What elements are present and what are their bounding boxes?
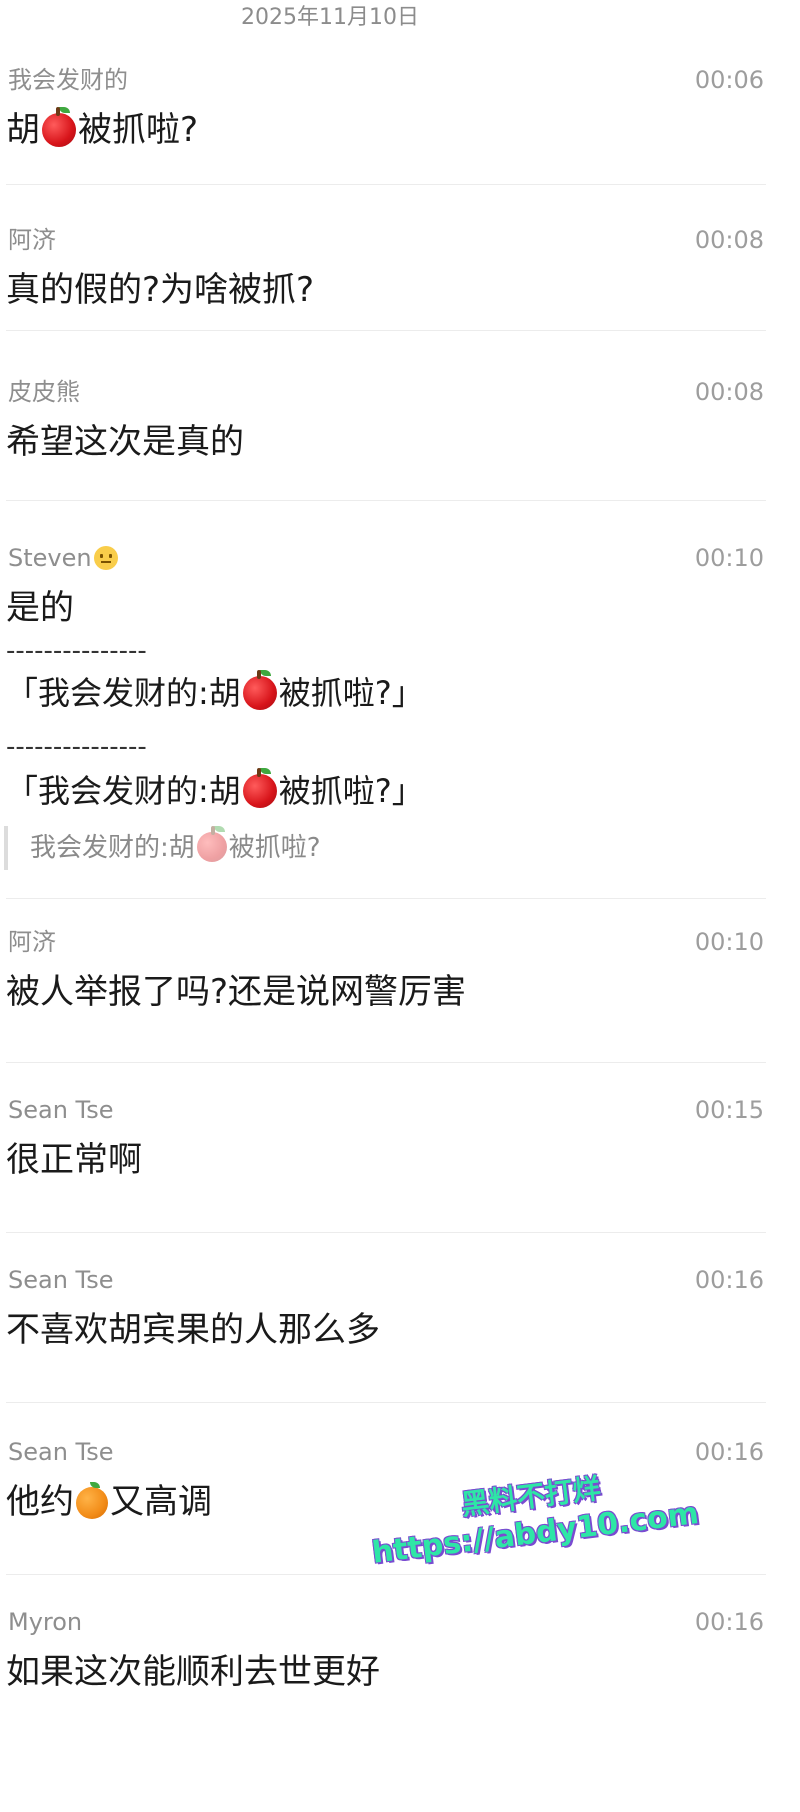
quote-separator: --------------- <box>6 732 147 762</box>
message-text-part: 胡 <box>6 110 40 150</box>
divider <box>6 1402 766 1403</box>
message-time: 00:08 <box>694 378 764 406</box>
message-text: 不喜欢胡宾果的人那么多 <box>6 1310 380 1350</box>
reply-text-part: 我会发财的:胡 <box>30 833 195 863</box>
message-text: 希望这次是真的 <box>6 422 244 462</box>
reply-reference[interactable]: 我会发财的:胡 被抓啦? <box>4 826 321 870</box>
apple-emoji-icon <box>196 826 227 862</box>
watermark: 黑料不打烊 https://abdy10.com <box>360 1459 706 1574</box>
message-time: 00:10 <box>694 544 764 572</box>
message-time: 00:10 <box>694 928 764 956</box>
message-time: 00:16 <box>694 1608 764 1636</box>
sender-name[interactable]: Sean Tse <box>8 1260 114 1300</box>
sender-name[interactable]: 我会发财的 <box>8 60 128 100</box>
message-time: 00:16 <box>694 1438 764 1466</box>
message-text: 被人举报了吗?还是说网警厉害 <box>6 972 467 1012</box>
apple-emoji-icon <box>42 107 76 147</box>
message-time: 00:15 <box>694 1096 764 1124</box>
quoted-message: 「我会发财的:胡 被抓啦?」 <box>6 670 424 714</box>
message-text: 如果这次能顺利去世更好 <box>6 1652 380 1692</box>
sender-name[interactable]: 皮皮熊 <box>8 372 80 412</box>
quote-text-part: 被抓啦?」 <box>278 674 424 712</box>
date-header: 2025年11月10日 <box>241 5 419 30</box>
quote-text-part: 「我会发财的:胡 <box>6 674 241 712</box>
sender-name[interactable]: 阿济 <box>8 220 56 260</box>
message-time: 00:06 <box>694 66 764 94</box>
message-text-part: 被抓啦? <box>78 110 199 150</box>
sender-name[interactable]: 阿济 <box>8 922 56 962</box>
divider <box>6 898 766 899</box>
message-text-part: 又高调 <box>110 1482 212 1522</box>
divider <box>6 1574 766 1575</box>
sender-name[interactable]: Steven <box>8 538 120 578</box>
divider <box>6 1232 766 1233</box>
divider <box>6 330 766 331</box>
message-text: 真的假的?为啥被抓? <box>6 270 315 310</box>
sender-name[interactable]: Sean Tse <box>8 1090 114 1130</box>
sender-name-text: Steven <box>8 544 92 572</box>
message-text-part: 他约 <box>6 1482 74 1522</box>
apple-emoji-icon <box>242 670 277 710</box>
divider <box>6 184 766 185</box>
message-text: 他约 又高调 <box>6 1480 212 1524</box>
apple-emoji-icon <box>242 768 277 808</box>
reply-text-part: 被抓啦? <box>228 833 321 863</box>
message-text: 胡被抓啦? <box>6 107 199 152</box>
orange-emoji-icon <box>76 1482 108 1519</box>
quote-text-part: 「我会发财的:胡 <box>6 772 241 810</box>
message-time: 00:16 <box>694 1266 764 1294</box>
sender-name[interactable]: Myron <box>8 1602 82 1642</box>
sender-name[interactable]: Sean Tse <box>8 1432 114 1472</box>
divider <box>6 1062 766 1063</box>
smiley-emoji-icon <box>93 546 118 570</box>
quoted-message: 「我会发财的:胡 被抓啦?」 <box>6 768 424 812</box>
message-time: 00:08 <box>694 226 764 254</box>
message-text: 是的 <box>6 588 74 628</box>
quote-separator: --------------- <box>6 636 147 666</box>
message-text: 很正常啊 <box>6 1140 142 1180</box>
quote-text-part: 被抓啦?」 <box>278 772 424 810</box>
divider <box>6 500 766 501</box>
